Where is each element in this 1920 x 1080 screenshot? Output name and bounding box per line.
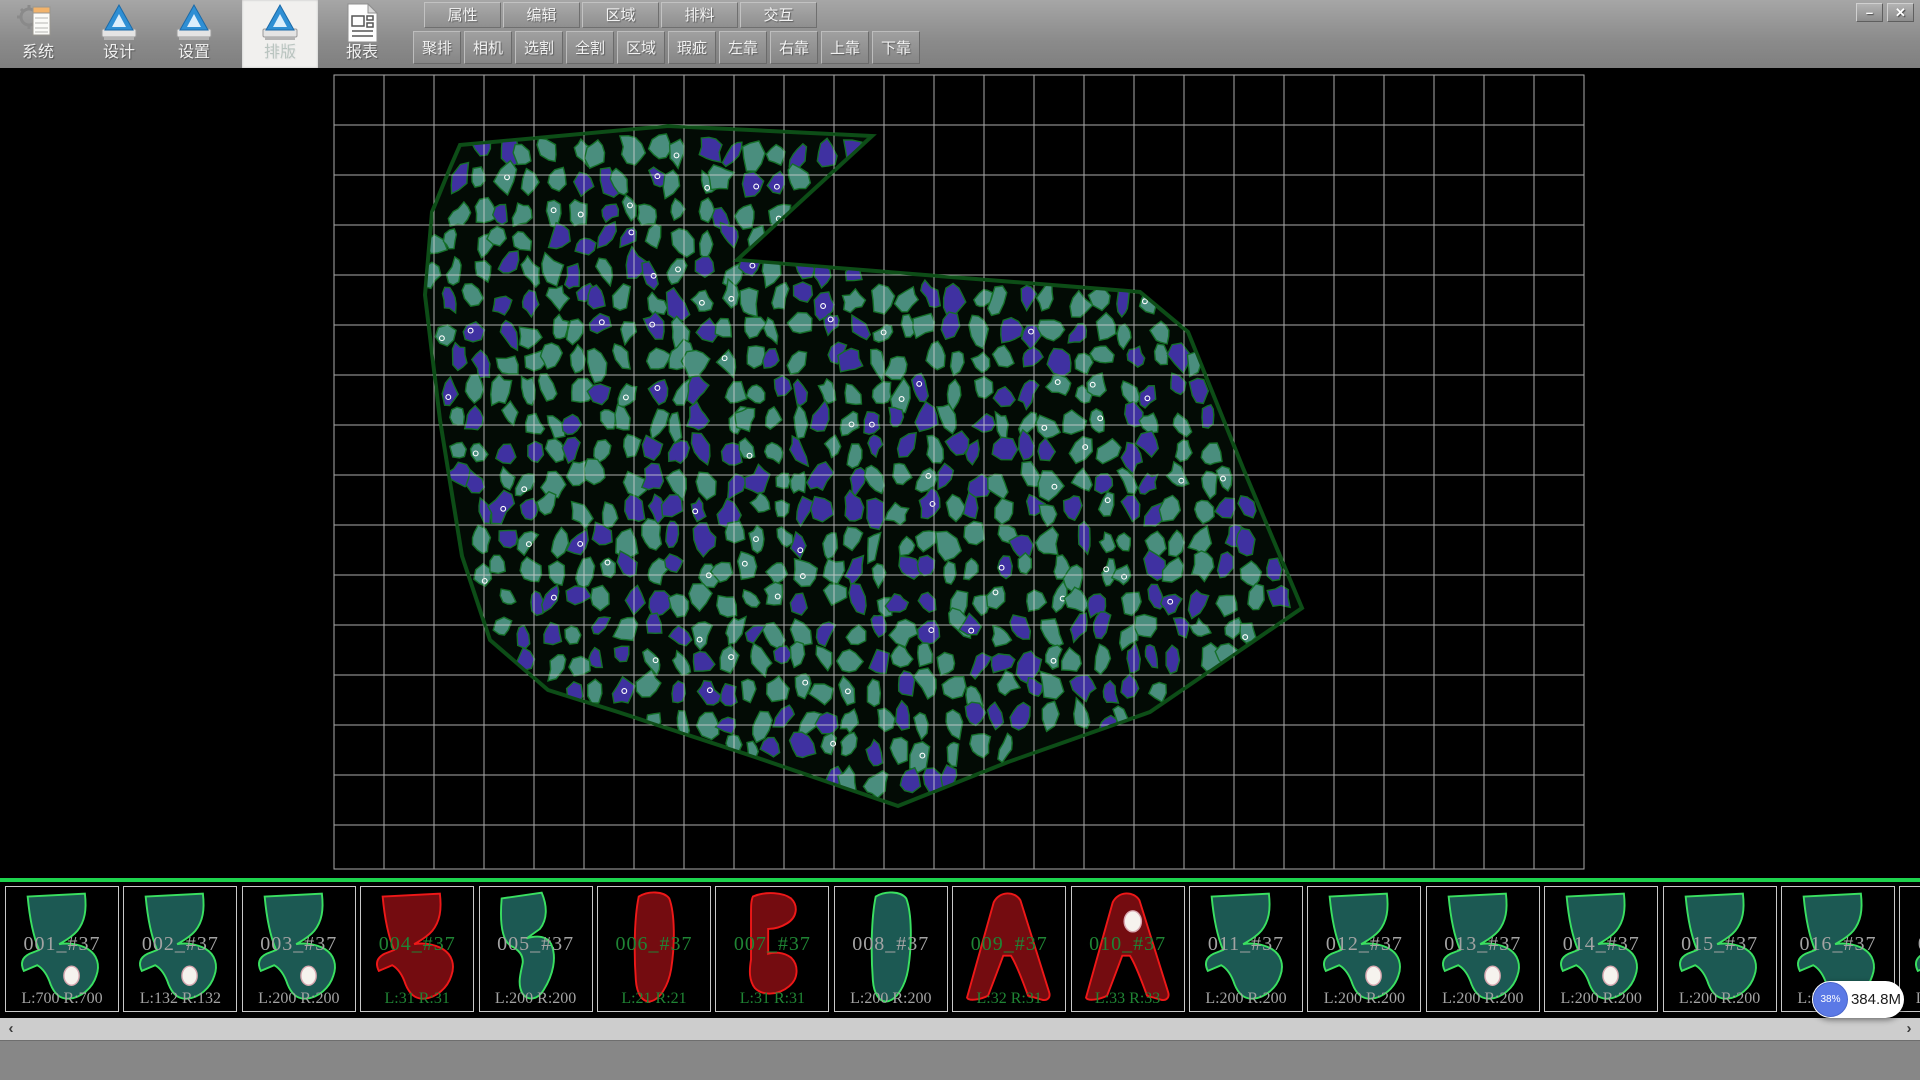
horizontal-scrollbar[interactable]: ‹ › xyxy=(0,1018,1920,1040)
piece-thumbnail-5[interactable]: 005_#37 L:200 R:200 xyxy=(479,886,593,1012)
strip-top-accent xyxy=(0,878,1920,882)
piece-lr-count-label: L:33 R:33 xyxy=(1072,990,1184,1008)
piece-id-label: 012_#37 xyxy=(1308,933,1420,956)
piece-id-label: 010_#37 xyxy=(1072,933,1184,956)
memory-usage-badge: 38% 384.8M xyxy=(1812,981,1904,1018)
piece-thumbnail-7[interactable]: 007_#37 L:31 R:31 xyxy=(715,886,829,1012)
piece-lr-count-label: L:32 R:31 xyxy=(953,990,1065,1008)
tool-button-10[interactable]: 下靠 xyxy=(872,31,920,64)
piece-lr-count-label: L:200 R:200 xyxy=(480,990,592,1008)
piece-lr-count-label: L:200 R:200 xyxy=(1664,990,1776,1008)
piece-id-label: 011_#37 xyxy=(1190,933,1302,956)
piece-thumbnail-2[interactable]: 002_#37 L:132 R:132 xyxy=(123,886,237,1012)
mode-button-label: 报表 xyxy=(330,44,394,62)
set-square-icon xyxy=(97,2,141,44)
piece-thumbnail-15[interactable]: 015_#37 L:200 R:200 xyxy=(1663,886,1777,1012)
piece-id-label: 016_#37 xyxy=(1782,933,1894,956)
piece-id-label: 007_#37 xyxy=(716,933,828,956)
piece-thumbnail-4[interactable]: 004_#37 L:31 R:31 xyxy=(360,886,474,1012)
scroll-right-arrow-icon[interactable]: › xyxy=(1898,1018,1920,1040)
piece-id-label: 017_#37 xyxy=(1900,933,1920,956)
menu-tab-4[interactable]: 排料 xyxy=(661,2,738,28)
piece-id-label: 001_#37 xyxy=(6,933,118,956)
mode-button-1[interactable]: 系统 xyxy=(8,0,68,68)
tool-button-row: 聚排相机选割全割区域瑕疵左靠右靠上靠下靠 xyxy=(413,31,920,64)
mode-button-2[interactable]: 设计 xyxy=(88,0,150,68)
tool-button-2[interactable]: 相机 xyxy=(464,31,512,64)
nesting-canvas[interactable] xyxy=(0,68,1920,878)
mode-button-label: 系统 xyxy=(8,44,68,62)
mode-button-4[interactable]: 排版 xyxy=(242,0,318,68)
gear-document-icon xyxy=(16,2,60,44)
piece-thumbnail-strip: 001_#37 L:700 R:700 002_#37 L:132 R:132 003_… xyxy=(0,878,1920,1018)
report-document-icon xyxy=(340,2,384,44)
mode-button-label: 排版 xyxy=(242,44,318,62)
memory-percent-indicator: 38% xyxy=(1813,982,1848,1017)
window-controls: –✕ xyxy=(1856,3,1914,22)
piece-id-label: 006_#37 xyxy=(598,933,710,956)
piece-id-label: 004_#37 xyxy=(361,933,473,956)
tool-button-4[interactable]: 全割 xyxy=(566,31,614,64)
memory-amount-label: 384.8M xyxy=(1848,991,1904,1008)
piece-thumbnail-14[interactable]: 014_#37 L:200 R:200 xyxy=(1544,886,1658,1012)
piece-id-label: 009_#37 xyxy=(953,933,1065,956)
mode-button-5[interactable]: 报表 xyxy=(330,0,394,68)
piece-id-label: 008_#37 xyxy=(835,933,947,956)
piece-thumbnail-6[interactable]: 006_#37 L:21 R:21 xyxy=(597,886,711,1012)
piece-thumbnail-11[interactable]: 011_#37 L:200 R:200 xyxy=(1189,886,1303,1012)
piece-lr-count-label: L:200 R:200 xyxy=(243,990,355,1008)
piece-lr-count-label: L:31 R:31 xyxy=(716,990,828,1008)
scroll-left-arrow-icon[interactable]: ‹ xyxy=(0,1018,22,1040)
tool-button-9[interactable]: 上靠 xyxy=(821,31,869,64)
nesting-layout-view xyxy=(0,68,1920,878)
piece-id-label: 015_#37 xyxy=(1664,933,1776,956)
menu-tab-row: 属性编辑区域排料交互 xyxy=(424,2,817,28)
piece-thumbnail-13[interactable]: 013_#37 L:200 R:200 xyxy=(1426,886,1540,1012)
piece-lr-count-label: L:700 R:700 xyxy=(6,990,118,1008)
tool-button-5[interactable]: 区域 xyxy=(617,31,665,64)
set-square-icon xyxy=(258,2,302,44)
menu-tab-3[interactable]: 区域 xyxy=(582,2,659,28)
piece-id-label: 013_#37 xyxy=(1427,933,1539,956)
piece-thumbnail-8[interactable]: 008_#37 L:200 R:200 xyxy=(834,886,948,1012)
mode-button-3[interactable]: 设置 xyxy=(163,0,225,68)
app-window: 系统设计设置排版报表 属性编辑区域排料交互 聚排相机选割全割区域瑕疵左靠右靠上靠… xyxy=(0,0,1920,1080)
status-bar xyxy=(0,1040,1920,1080)
piece-id-label: 005_#37 xyxy=(480,933,592,956)
tool-button-6[interactable]: 瑕疵 xyxy=(668,31,716,64)
piece-thumbnail-12[interactable]: 012_#37 L:200 R:200 xyxy=(1307,886,1421,1012)
piece-lr-count-label: L:31 R:31 xyxy=(361,990,473,1008)
piece-thumbnail-3[interactable]: 003_#37 L:200 R:200 xyxy=(242,886,356,1012)
piece-id-label: 014_#37 xyxy=(1545,933,1657,956)
piece-lr-count-label: L:200 R:200 xyxy=(1308,990,1420,1008)
tool-button-1[interactable]: 聚排 xyxy=(413,31,461,64)
mode-button-label: 设置 xyxy=(163,44,225,62)
scroll-track[interactable] xyxy=(22,1018,1898,1040)
tool-button-8[interactable]: 右靠 xyxy=(770,31,818,64)
piece-thumbnail-1[interactable]: 001_#37 L:700 R:700 xyxy=(5,886,119,1012)
piece-lr-count-label: L:200 R:200 xyxy=(1545,990,1657,1008)
tool-button-3[interactable]: 选割 xyxy=(515,31,563,64)
piece-id-label: 003_#37 xyxy=(243,933,355,956)
piece-id-label: 002_#37 xyxy=(124,933,236,956)
set-square-icon xyxy=(172,2,216,44)
minimize-button[interactable]: – xyxy=(1856,3,1883,22)
piece-lr-count-label: L:132 R:132 xyxy=(124,990,236,1008)
mode-button-label: 设计 xyxy=(88,44,150,62)
piece-thumbnail-10[interactable]: 010_#37 L:33 R:33 xyxy=(1071,886,1185,1012)
piece-lr-count-label: L:200 R:200 xyxy=(1190,990,1302,1008)
piece-lr-count-label: L:200 R:200 xyxy=(1427,990,1539,1008)
menu-tab-5[interactable]: 交互 xyxy=(740,2,817,28)
piece-lr-count-label: L:21 R:21 xyxy=(598,990,710,1008)
memory-percent-label: 38% xyxy=(1820,994,1840,1005)
tool-button-7[interactable]: 左靠 xyxy=(719,31,767,64)
piece-thumbnail-9[interactable]: 009_#37 L:32 R:31 xyxy=(952,886,1066,1012)
menu-tab-1[interactable]: 属性 xyxy=(424,2,501,28)
main-toolbar: 系统设计设置排版报表 属性编辑区域排料交互 聚排相机选割全割区域瑕疵左靠右靠上靠… xyxy=(0,0,1920,70)
piece-lr-count-label: L:200 R:200 xyxy=(835,990,947,1008)
menu-tab-2[interactable]: 编辑 xyxy=(503,2,580,28)
close-button[interactable]: ✕ xyxy=(1887,3,1914,22)
